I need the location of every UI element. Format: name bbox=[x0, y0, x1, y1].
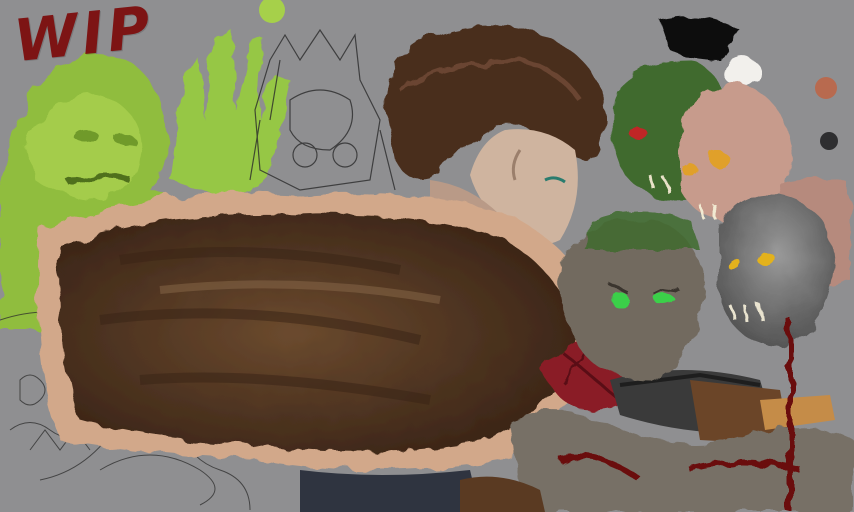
wip-painting bbox=[0, 0, 854, 512]
artwork-canvas: WIP bbox=[0, 0, 854, 512]
palette-swatch-orange bbox=[815, 77, 837, 99]
palette-swatch-dark bbox=[820, 132, 838, 150]
